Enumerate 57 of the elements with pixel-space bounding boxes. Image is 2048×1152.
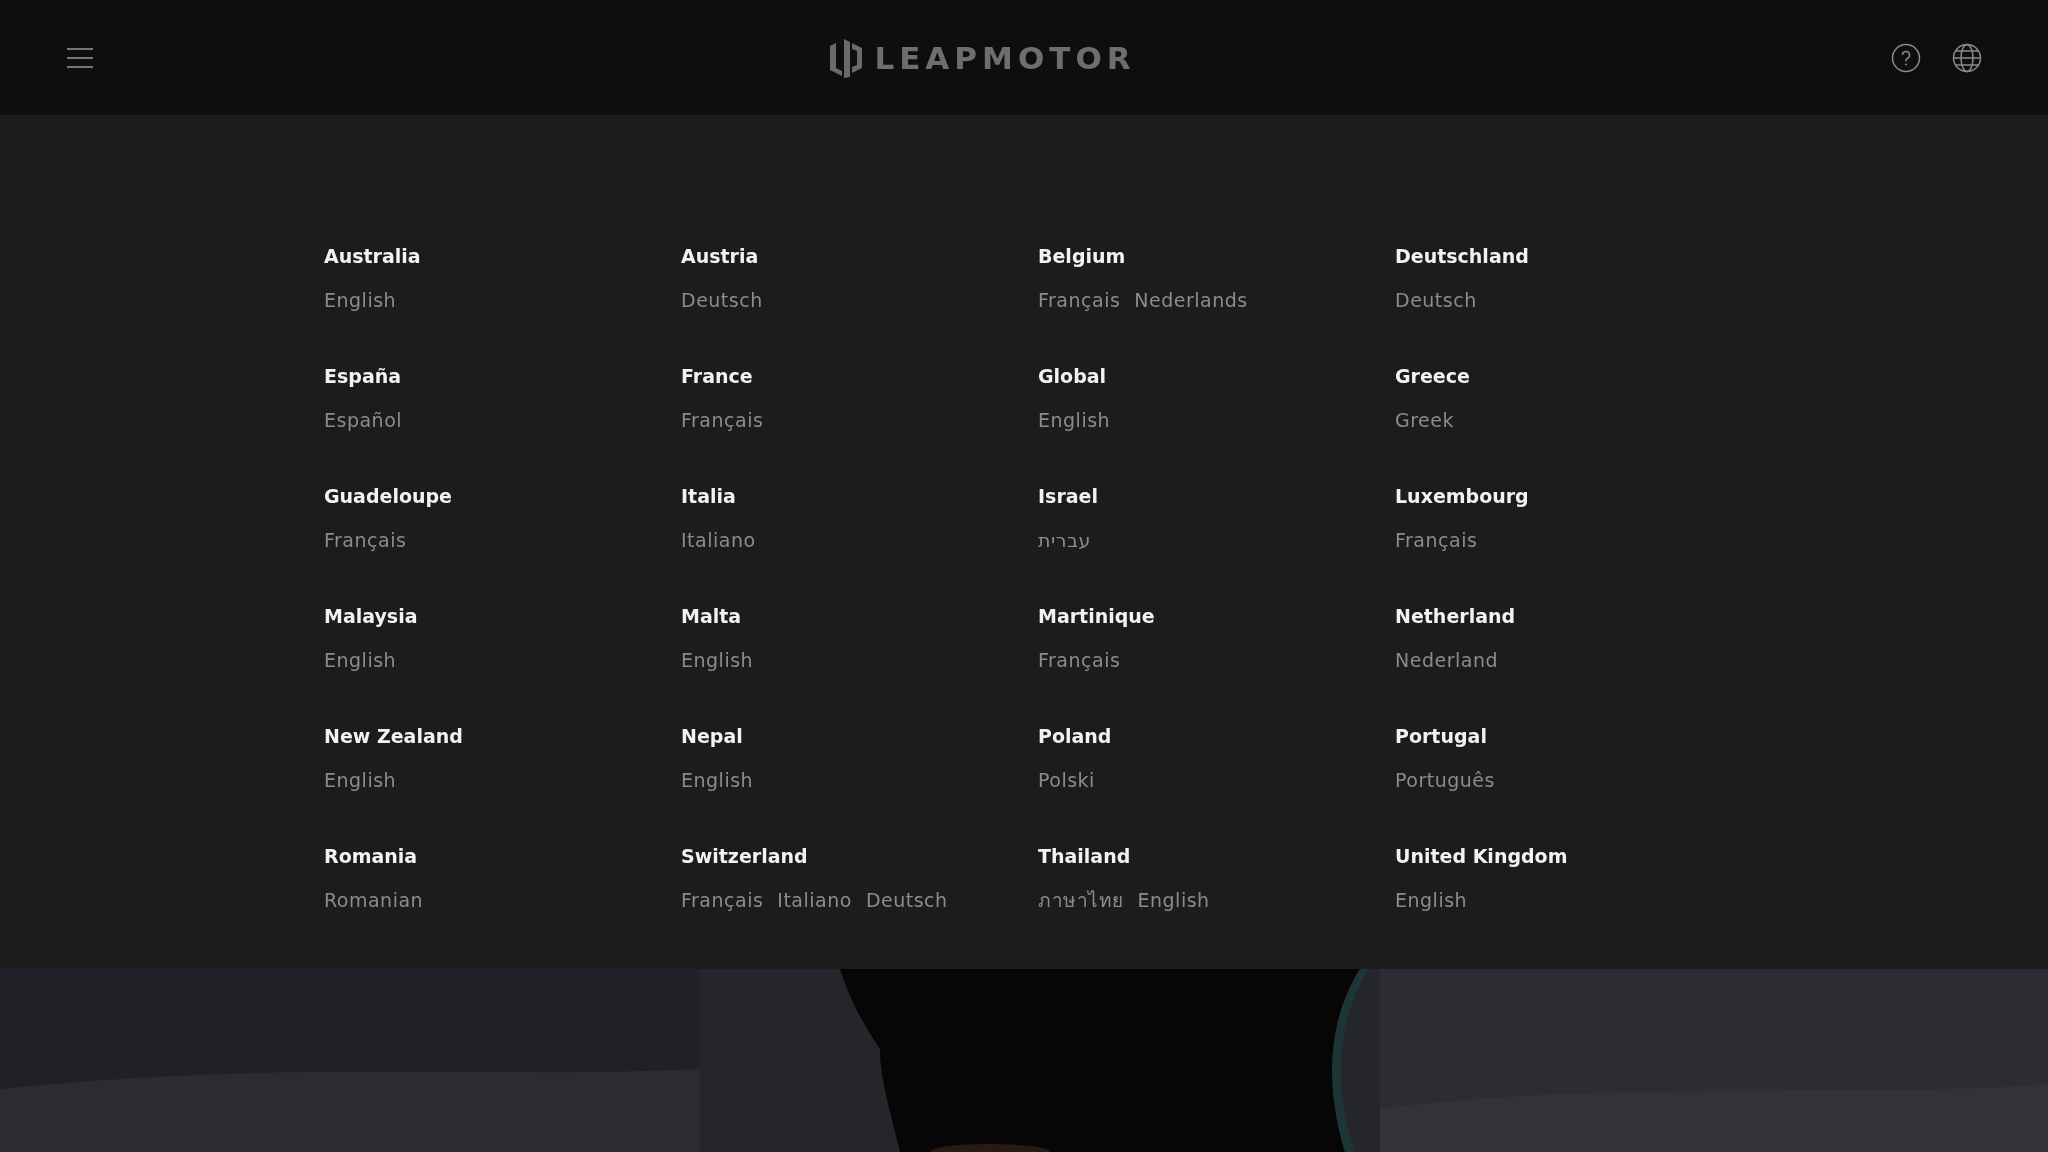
language-link[interactable]: English	[324, 647, 397, 673]
language-link[interactable]: Français	[1038, 647, 1121, 673]
help-icon[interactable]	[1891, 42, 1921, 73]
country-name: Global	[1038, 364, 1107, 389]
country-name: Italia	[681, 484, 736, 509]
language-link[interactable]: Romanian	[324, 887, 424, 913]
language-link[interactable]: English	[681, 767, 754, 793]
brand-logo[interactable]: LEAPMOTOR	[874, 39, 1136, 76]
country-name: Austria	[681, 244, 759, 269]
language-link[interactable]: Polski	[1038, 767, 1095, 793]
country-name: Portugal	[1395, 724, 1487, 749]
country-name: Martinique	[1038, 604, 1155, 629]
country-name: Netherland	[1395, 604, 1516, 629]
country-name: France	[681, 364, 753, 389]
language-link[interactable]: English	[324, 287, 397, 313]
language-link[interactable]: Français	[681, 407, 764, 433]
language-link[interactable]: Italiano	[777, 887, 852, 913]
menu-icon[interactable]	[67, 47, 93, 68]
language-link[interactable]: English	[681, 647, 754, 673]
language-link[interactable]: Deutsch	[681, 287, 763, 313]
country-name: Malaysia	[324, 604, 418, 629]
language-link[interactable]: Nederlands	[1134, 287, 1248, 313]
language-link[interactable]: עברית	[1038, 527, 1091, 553]
country-name: Belgium	[1038, 244, 1126, 269]
language-link[interactable]: Français	[681, 887, 764, 913]
country-name: Nepal	[681, 724, 743, 749]
language-link[interactable]: Français	[324, 527, 407, 553]
language-link[interactable]: English	[1137, 887, 1210, 913]
country-name: Israel	[1038, 484, 1098, 509]
country-name: Australia	[324, 244, 421, 269]
language-link[interactable]: Español	[324, 407, 403, 433]
language-link[interactable]: Français	[1038, 287, 1121, 313]
language-link[interactable]: Português	[1395, 767, 1495, 793]
country-name: Deutschland	[1395, 244, 1529, 269]
language-link[interactable]: Nederland	[1395, 647, 1498, 673]
language-link[interactable]: Deutsch	[1395, 287, 1477, 313]
country-name: United Kingdom	[1395, 844, 1568, 869]
globe-icon[interactable]	[1952, 42, 1982, 73]
country-name: Greece	[1395, 364, 1470, 389]
country-name: New Zealand	[324, 724, 463, 749]
logo-icon	[828, 37, 865, 78]
language-link[interactable]: ภาษาไทย	[1038, 887, 1124, 913]
country-name: Switzerland	[681, 844, 808, 869]
country-name: Guadeloupe	[324, 484, 452, 509]
language-link[interactable]: Français	[1395, 527, 1478, 553]
language-link[interactable]: English	[324, 767, 397, 793]
country-name: Thailand	[1038, 844, 1131, 869]
country-name: Luxembourg	[1395, 484, 1529, 509]
country-name: Romania	[324, 844, 418, 869]
language-link[interactable]: English	[1395, 887, 1468, 913]
language-link[interactable]: Italiano	[681, 527, 756, 553]
country-name: España	[324, 364, 402, 389]
country-name: Poland	[1038, 724, 1112, 749]
language-link[interactable]: Deutsch	[865, 887, 948, 913]
country-name: Malta	[681, 604, 742, 629]
language-link[interactable]: Greek	[1395, 407, 1454, 433]
language-link[interactable]: English	[1038, 407, 1111, 433]
